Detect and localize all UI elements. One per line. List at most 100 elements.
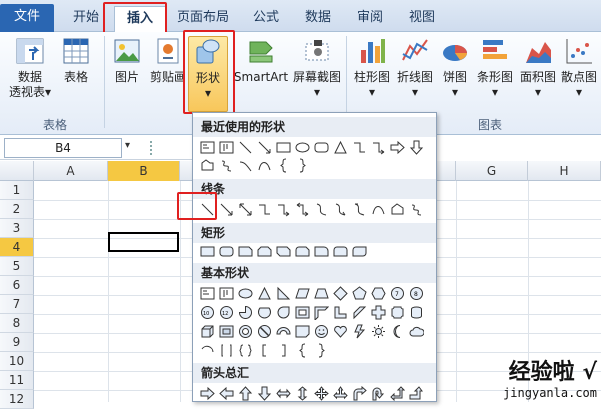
- chord-icon[interactable]: [256, 304, 273, 321]
- shapes-button[interactable]: 形状 ▾: [188, 36, 228, 112]
- straight-line-shape-icon[interactable]: [199, 201, 216, 218]
- line-arrow-shape-icon[interactable]: [218, 201, 235, 218]
- quad-arrow-icon[interactable]: [313, 385, 330, 402]
- pentagon-icon[interactable]: [351, 285, 368, 302]
- heart-icon[interactable]: [332, 323, 349, 340]
- line-shape-icon[interactable]: [237, 139, 254, 156]
- left-block-arrow-icon[interactable]: [218, 385, 235, 402]
- down-arrow-shape-icon[interactable]: [408, 139, 425, 156]
- column-header-a[interactable]: A: [34, 161, 108, 181]
- u-turn-arrow-icon[interactable]: [370, 385, 387, 402]
- teardrop-icon[interactable]: [275, 304, 292, 321]
- elbow-connector-shape-icon[interactable]: [351, 139, 368, 156]
- tab-page-layout[interactable]: 页面布局: [170, 6, 236, 32]
- can-icon[interactable]: [408, 304, 425, 321]
- left-bracket-icon[interactable]: [256, 342, 273, 359]
- name-box[interactable]: B4: [4, 138, 122, 158]
- rounded-rect-shape-icon[interactable]: [218, 243, 235, 260]
- table-button[interactable]: 表格: [56, 36, 96, 85]
- picture-button[interactable]: 图片: [108, 36, 146, 85]
- rect-shape-icon[interactable]: [199, 243, 216, 260]
- splitter-handle[interactable]: [150, 141, 153, 155]
- rounded-rect-shape-icon[interactable]: [313, 139, 330, 156]
- flowchart-shape-icon[interactable]: [199, 157, 216, 174]
- scatter-chart-button[interactable]: 散点图▾: [558, 36, 600, 100]
- right-triangle-icon[interactable]: [275, 285, 292, 302]
- curved-arrow-connector-icon[interactable]: [332, 201, 349, 218]
- double-bracket-icon[interactable]: [218, 342, 235, 359]
- down-block-arrow-icon[interactable]: [256, 385, 273, 402]
- dodecagon-icon[interactable]: 12: [218, 304, 235, 321]
- right-bracket-icon[interactable]: [275, 342, 292, 359]
- bar-chart-button[interactable]: 条形图▾: [474, 36, 516, 100]
- vertical-textbox-icon[interactable]: [218, 285, 235, 302]
- heptagon-icon[interactable]: 7: [389, 285, 406, 302]
- row-header-8[interactable]: 8: [0, 314, 34, 333]
- ellipse-icon[interactable]: [237, 285, 254, 302]
- column-header-h[interactable]: H: [528, 161, 601, 181]
- elbow-arrow-line-icon[interactable]: [275, 201, 292, 218]
- textbox-icon[interactable]: [199, 285, 216, 302]
- cloud-icon[interactable]: [408, 323, 425, 340]
- left-brace-shape-icon[interactable]: [275, 157, 292, 174]
- column-header-b[interactable]: B: [108, 161, 180, 181]
- row-header-7[interactable]: 7: [0, 295, 34, 314]
- moon-icon[interactable]: [389, 323, 406, 340]
- row-header-3[interactable]: 3: [0, 219, 34, 238]
- column-header-g[interactable]: G: [456, 161, 528, 181]
- column-chart-button[interactable]: 柱形图▾: [350, 36, 394, 100]
- half-frame-icon[interactable]: [313, 304, 330, 321]
- bevel-icon[interactable]: [218, 323, 235, 340]
- snip-diagonal-rect-icon[interactable]: [275, 243, 292, 260]
- line-chart-button[interactable]: 折线图▾: [394, 36, 436, 100]
- snip-same-side-rect-icon[interactable]: [256, 243, 273, 260]
- left-brace-icon[interactable]: [294, 342, 311, 359]
- smartart-button[interactable]: SmartArt: [232, 36, 290, 85]
- cube-icon[interactable]: [199, 323, 216, 340]
- plaque-icon[interactable]: [389, 304, 406, 321]
- tab-formulas[interactable]: 公式: [244, 6, 288, 32]
- select-all-corner[interactable]: [0, 161, 34, 181]
- triangle-shape-icon[interactable]: [332, 139, 349, 156]
- row-header-6[interactable]: 6: [0, 276, 34, 295]
- smiley-face-icon[interactable]: [313, 323, 330, 340]
- pie-chart-button[interactable]: 饼图▾: [436, 36, 474, 100]
- block-arc-icon[interactable]: [275, 323, 292, 340]
- tab-home[interactable]: 开始: [60, 6, 112, 32]
- active-cell-b4[interactable]: [108, 232, 179, 252]
- round-same-side-rect-icon[interactable]: [332, 243, 349, 260]
- elbow-arrow-shape-icon[interactable]: [370, 139, 387, 156]
- elbow-connector-line-icon[interactable]: [256, 201, 273, 218]
- decagon-icon[interactable]: 10: [199, 304, 216, 321]
- octagon-icon[interactable]: 8: [408, 285, 425, 302]
- parallelogram-icon[interactable]: [294, 285, 311, 302]
- up-down-arrow-icon[interactable]: [294, 385, 311, 402]
- curve-shape-icon[interactable]: [237, 157, 254, 174]
- round-diagonal-rect-icon[interactable]: [351, 243, 368, 260]
- screenshot-button[interactable]: 屏幕截图▾: [290, 36, 344, 100]
- left-up-arrow-icon[interactable]: [389, 385, 406, 402]
- arc-icon[interactable]: [199, 342, 216, 359]
- row-header-4[interactable]: 4: [0, 238, 34, 257]
- curved-double-arrow-icon[interactable]: [351, 201, 368, 218]
- left-right-arrow-icon[interactable]: [275, 385, 292, 402]
- row-header-10[interactable]: 10: [0, 352, 34, 371]
- hexagon-icon[interactable]: [370, 285, 387, 302]
- vertical-textbox-shape-icon[interactable]: [218, 139, 235, 156]
- clipart-button[interactable]: 剪贴画: [148, 36, 188, 85]
- elbow-double-arrow-icon[interactable]: [294, 201, 311, 218]
- snip-round-rect-icon[interactable]: [294, 243, 311, 260]
- triangle-icon[interactable]: [256, 285, 273, 302]
- right-arrow-shape-icon[interactable]: [389, 139, 406, 156]
- scribble-line-icon[interactable]: [408, 201, 425, 218]
- tab-view[interactable]: 视图: [400, 6, 444, 32]
- left-right-up-arrow-icon[interactable]: [332, 385, 349, 402]
- up-block-arrow-icon[interactable]: [237, 385, 254, 402]
- pivot-table-button[interactable]: 数据 透视表▾: [8, 36, 52, 100]
- frame-icon[interactable]: [294, 304, 311, 321]
- donut-icon[interactable]: [237, 323, 254, 340]
- folded-corner-icon[interactable]: [294, 323, 311, 340]
- right-block-arrow-icon[interactable]: [199, 385, 216, 402]
- double-arrow-line-shape-icon[interactable]: [237, 201, 254, 218]
- arc-shape-icon[interactable]: [256, 157, 273, 174]
